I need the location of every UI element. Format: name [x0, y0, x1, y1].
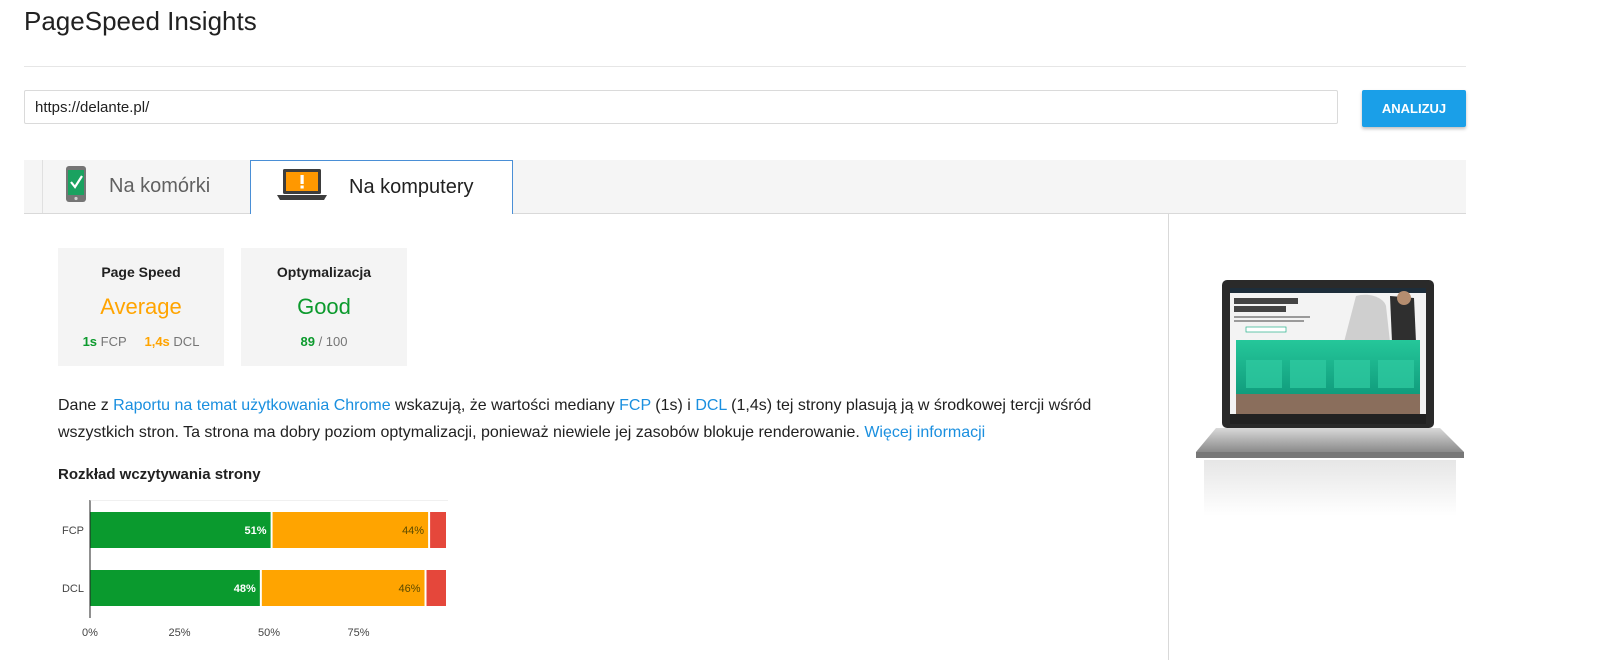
analyze-button[interactable]: ANALIZUJ — [1362, 90, 1466, 127]
summary-text-part: (1s) i — [650, 397, 696, 414]
optimization-title: Optymalizacja — [276, 264, 372, 280]
x-tick-label: 50% — [258, 627, 280, 639]
optimization-card: Optymalizacja Good 89 / 100 — [241, 248, 407, 366]
distribution-title: Rozkład wczytywania strony — [58, 466, 261, 483]
url-input[interactable] — [24, 90, 1338, 124]
tab-mobile-label: Na komórki — [109, 175, 211, 197]
laptop-preview-image — [1196, 280, 1464, 516]
data-label: 48% — [234, 583, 256, 595]
page-speed-card: Page Speed Average 1s FCP 1,4s DCL — [58, 248, 224, 366]
dcl-link[interactable]: DCL — [695, 397, 726, 414]
data-label: 51% — [245, 525, 267, 537]
y-tick-label: DCL — [62, 583, 84, 595]
optimization-rating: Good — [297, 294, 351, 319]
laptop-warning-icon — [277, 168, 327, 207]
x-tick-label: 0% — [82, 627, 98, 639]
fcp-label: FCP — [100, 334, 127, 349]
more-info-link[interactable]: Więcej informacji — [864, 424, 985, 441]
dcl-value: 1,4s — [144, 334, 170, 349]
desktop-screenshot-preview — [1194, 276, 1466, 516]
tab-mobile[interactable]: Na komórki — [43, 160, 273, 213]
x-tick-label: 25% — [168, 627, 190, 639]
summary-text: Dane z Raportu na temat użytkowania Chro… — [58, 392, 1158, 446]
optimization-score-value: 89 — [300, 334, 315, 349]
page-speed-metrics: 1s FCP 1,4s DCL — [58, 334, 224, 349]
tab-desktop[interactable]: Na komputery — [250, 160, 513, 214]
dcl-label: DCL — [173, 334, 200, 349]
data-label: 44% — [402, 525, 424, 537]
fcp-link[interactable]: FCP — [619, 397, 651, 414]
page-speed-rating: Average — [100, 294, 182, 319]
optimization-score: 89 / 100 — [241, 334, 407, 349]
tab-desktop-label: Na komputery — [349, 176, 474, 198]
header-divider — [24, 66, 1466, 67]
summary-text-part: Dane z — [58, 397, 114, 414]
device-tabs: Na komórki Na komputery — [24, 160, 1466, 214]
chrome-report-link[interactable]: Raportu na temat użytkowania Chrome — [113, 397, 390, 414]
summary-text-part: wskazują, że wartości mediany — [390, 397, 620, 414]
content-divider — [1168, 214, 1169, 660]
x-tick-label: 75% — [347, 627, 369, 639]
page-speed-title: Page Speed — [101, 264, 181, 280]
bar-segment — [90, 512, 271, 548]
y-tick-label: FCP — [62, 525, 84, 537]
page-title: PageSpeed Insights — [24, 6, 257, 36]
mobile-phone-check-icon — [65, 165, 87, 208]
data-label: 46% — [398, 583, 420, 595]
optimization-score-max: / 100 — [318, 334, 348, 349]
bar-segment — [426, 570, 446, 606]
fcp-value: 1s — [82, 334, 98, 349]
bar-segment — [430, 512, 446, 548]
distribution-chart: FCP 51% 44% DCL 48% 46% 0% 25% 50% 75% — [62, 500, 448, 639]
